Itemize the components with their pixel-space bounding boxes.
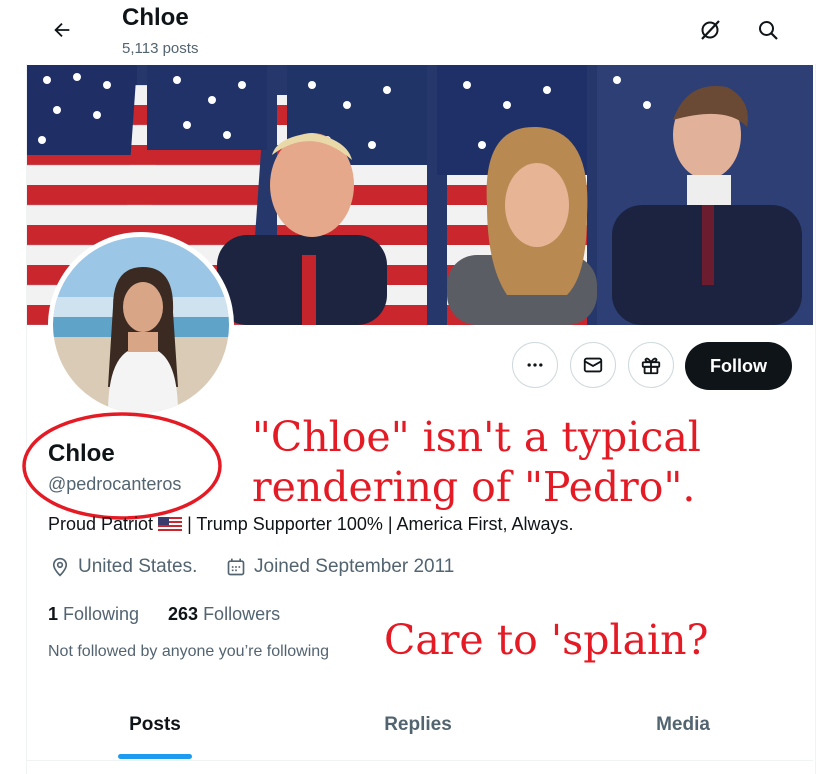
more-icon: [527, 363, 543, 367]
back-button[interactable]: [46, 14, 78, 46]
profile-header: Chloe 5,113 posts: [0, 0, 839, 64]
follow-button[interactable]: Follow: [685, 342, 792, 390]
gift-button[interactable]: [628, 342, 674, 388]
us-flag-icon: [158, 516, 183, 533]
not-followed-text: Not followed by anyone you’re following: [48, 643, 330, 660]
following-count: 1: [48, 604, 59, 624]
gift-icon: [641, 357, 661, 375]
annotation-line-2: rendering of "Pedro".: [252, 463, 696, 511]
profile-bio: Proud Patriot | Trump Supporter 100% | A…: [48, 514, 574, 535]
tab-media[interactable]: Media: [552, 700, 814, 774]
followers-link[interactable]: 263 Followers: [168, 604, 280, 625]
location-pin-icon: [52, 557, 68, 577]
message-button[interactable]: [570, 342, 616, 388]
arrow-left-icon: [54, 22, 70, 38]
joined-text: Joined September 2011: [254, 556, 455, 577]
followers-count: 263: [168, 604, 199, 624]
search-icon: [759, 21, 778, 40]
annotation-line-1: "Chloe" isn't a typical: [252, 413, 701, 461]
tab-replies-label: Replies: [384, 714, 452, 735]
profile-location: United States.: [50, 556, 197, 578]
tab-media-label: Media: [656, 714, 710, 735]
no-grok-icon: [701, 20, 720, 40]
no-grok-button[interactable]: [694, 14, 726, 46]
avatar-image: [53, 237, 229, 413]
bio-text-end: | Trump Supporter 100% | America First, …: [187, 514, 574, 534]
followers-label: Followers: [203, 604, 281, 624]
tab-replies[interactable]: Replies: [287, 700, 549, 774]
tabs-divider: [27, 760, 813, 761]
header-title: Chloe: [122, 4, 189, 31]
profile-handle: @pedrocanteros: [48, 474, 182, 494]
post-count: 5,113 posts: [122, 40, 199, 57]
profile-name: Chloe: [48, 440, 115, 467]
avatar[interactable]: [48, 232, 234, 418]
envelope-icon: [583, 357, 603, 373]
following-link[interactable]: 1 Following: [48, 604, 139, 625]
bio-text-start: Proud Patriot: [48, 514, 154, 534]
annotation-text: "Chloe" isn't a typical rendering of "Pe…: [252, 412, 701, 512]
calendar-icon: [227, 558, 245, 576]
more-button[interactable]: [512, 342, 558, 388]
location-text: United States.: [78, 556, 198, 577]
search-button[interactable]: [752, 14, 784, 46]
following-label: Following: [63, 604, 140, 624]
annotation-question: Care to 'splain?: [384, 616, 709, 664]
tab-posts[interactable]: Posts: [24, 700, 286, 774]
active-tab-indicator: [118, 754, 192, 759]
tab-posts-label: Posts: [129, 714, 181, 735]
profile-joined: Joined September 2011: [226, 556, 454, 578]
